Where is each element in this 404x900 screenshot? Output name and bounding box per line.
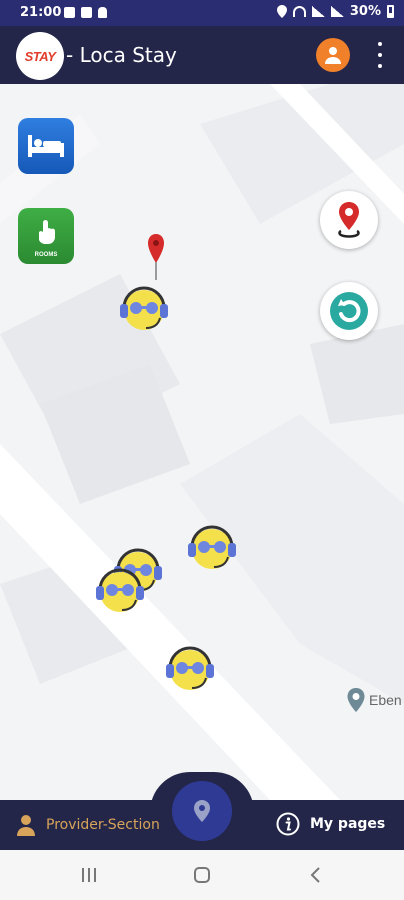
home-button[interactable] (189, 862, 215, 888)
back-icon (310, 867, 320, 883)
map-center-button[interactable] (172, 781, 232, 841)
map-marker-icon[interactable] (146, 232, 166, 282)
my-pages-label: My pages (310, 816, 386, 832)
place-marker-icon (347, 688, 365, 712)
battery-icon (387, 5, 394, 18)
gallery-icon (64, 7, 75, 18)
place-label-text: Eben (369, 692, 402, 708)
lock-icon (98, 7, 107, 18)
status-time: 21:00 (20, 5, 62, 20)
app-logo: STAY (16, 32, 64, 80)
provider-section-label: Provider-Section (46, 817, 160, 833)
notification-icons (64, 7, 107, 18)
rooms-label: ROOMS (34, 252, 58, 258)
map-pin-icon (194, 800, 210, 822)
wifi-icon (292, 6, 306, 17)
status-right: 30% (276, 4, 394, 19)
info-icon (276, 812, 300, 836)
more-options-button[interactable] (370, 42, 390, 68)
touch-icon (39, 220, 55, 244)
logo-text: STAY (24, 48, 56, 64)
app-title: - Loca Stay (66, 43, 177, 67)
person-icon (17, 815, 35, 836)
back-button[interactable] (302, 862, 328, 888)
notification-icon (81, 7, 92, 18)
provider-section-button[interactable]: Provider-Section (16, 814, 160, 836)
status-bar: 21:00 30% (0, 0, 404, 26)
rooms-button[interactable]: ROOMS (18, 208, 74, 264)
map-view[interactable]: ROOMS Eben (0, 84, 404, 800)
location-status-icon (276, 5, 287, 18)
bed-icon (28, 135, 64, 157)
system-nav-bar (0, 850, 404, 900)
refresh-icon (330, 292, 368, 330)
provider-avatar-marker[interactable] (162, 642, 218, 696)
more-vert-icon (378, 42, 382, 46)
hotels-button[interactable] (18, 118, 74, 174)
home-icon (194, 867, 210, 883)
battery-text: 30% (349, 4, 381, 19)
refresh-button[interactable] (320, 282, 378, 340)
provider-avatar-marker[interactable] (184, 521, 240, 575)
my-location-button[interactable] (320, 191, 378, 249)
provider-avatar-marker[interactable] (92, 564, 148, 618)
recents-icon (82, 868, 96, 882)
provider-avatar-marker[interactable] (116, 282, 172, 336)
app-bar: STAY - Loca Stay (0, 26, 404, 84)
profile-icon (325, 47, 341, 64)
signal-icon-2 (330, 6, 344, 17)
signal-icon (311, 6, 325, 17)
location-pin-icon (338, 202, 360, 238)
map-place-label[interactable]: Eben (346, 687, 402, 713)
recent-apps-button[interactable] (76, 862, 102, 888)
my-pages-button[interactable]: My pages (276, 812, 385, 836)
profile-button[interactable] (316, 38, 350, 72)
